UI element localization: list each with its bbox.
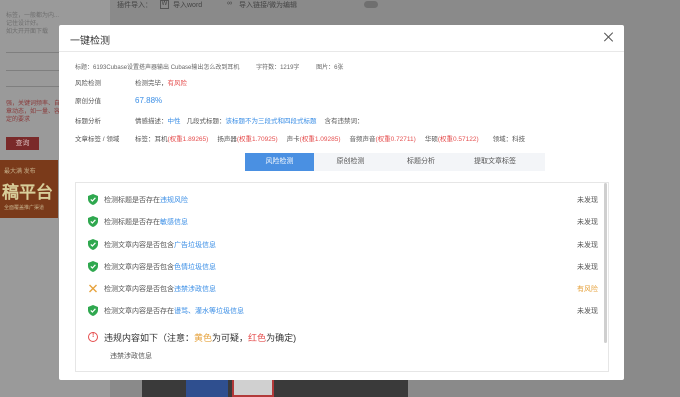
bg-warning: 章动态，如一量、容 bbox=[6, 109, 61, 115]
check-keyword: 违禁涉政信息 bbox=[174, 286, 216, 293]
check-text: 检测文章内容是否包含 bbox=[104, 242, 174, 249]
shield-check-icon bbox=[88, 261, 98, 272]
tab-bar: 风险检测 原创检测 标题分析 提取文章标签 bbox=[245, 153, 545, 171]
summary-lead: 违规内容如下（注意： bbox=[104, 333, 195, 343]
check-keyword: 谩骂、灌水等垃圾信息 bbox=[174, 308, 244, 315]
warning-cross-icon bbox=[89, 284, 97, 293]
scrollbar[interactable] bbox=[604, 183, 607, 343]
thumbnail-image bbox=[232, 378, 274, 397]
check-text: 检测文章内容是否包含 bbox=[104, 286, 174, 293]
list-item: 检测文章内容是否包含违禁涉政信息 有风险 bbox=[86, 282, 598, 296]
check-status: 未发现 bbox=[577, 219, 598, 226]
check-status: 未发现 bbox=[577, 242, 598, 249]
risk-status: 有风险 bbox=[167, 80, 188, 87]
char-count: 字符数：1219字 bbox=[256, 65, 300, 71]
ad-subtitle: 全面覆盖推广渠道 bbox=[4, 205, 45, 211]
bg-warning: 定的要求 bbox=[6, 117, 31, 123]
tab-extract-tags[interactable]: 提取文章标签 bbox=[455, 153, 535, 171]
ad-banner[interactable]: 最大满 发布 稿平台 全面覆盖推广渠道 bbox=[0, 160, 58, 218]
risk-label: 风险检测 bbox=[75, 80, 101, 87]
import-word-link[interactable]: 导入word bbox=[173, 0, 202, 10]
score-value: 67.88% bbox=[135, 96, 163, 105]
list-item: 检测标题是否存在违规风险 未发现 bbox=[86, 193, 598, 207]
check-text: 检测文章内容是否包含 bbox=[104, 264, 174, 271]
tags-label: 文章标签 / 领域 bbox=[75, 136, 120, 143]
article-title: 标题：6193Cubase设置搭声器输出 Cubase输出怎么改到耳机 bbox=[75, 65, 240, 71]
bg-warning: 强，关键词频率、自 bbox=[6, 101, 61, 107]
ad-brand: 稿平台 bbox=[2, 183, 53, 202]
modal-title: 一键检测 bbox=[70, 36, 110, 47]
tag-item: 音频声音(权重0.72711) bbox=[349, 136, 416, 143]
score-row: 原创分值 67.88% bbox=[75, 95, 162, 105]
analysis-label: 标题分析 bbox=[75, 118, 101, 125]
tab-originality-check[interactable]: 原创检测 bbox=[314, 153, 387, 171]
shield-check-icon bbox=[88, 239, 98, 250]
domain-label: 领域： bbox=[492, 136, 513, 143]
tag-item: 华硕(权重0.57122) bbox=[424, 136, 479, 143]
bg-text: 记住设计好。 bbox=[6, 21, 43, 27]
toolbar-label: 插件导入： bbox=[117, 2, 152, 9]
summary-red: 红色 bbox=[248, 333, 267, 343]
summary-yellow: 黄色 bbox=[194, 333, 213, 343]
link-icon: ∞ bbox=[227, 0, 232, 7]
background-thumbnails bbox=[142, 378, 408, 397]
modal-header: 一键检测 bbox=[59, 25, 624, 52]
sentiment-label: 情感描述： bbox=[135, 118, 168, 125]
tab-title-analysis[interactable]: 标题分析 bbox=[387, 153, 455, 171]
risk-result-panel: 检测标题是否存在违规风险 未发现 检测标题是否存在敏感信息 未发现 检测文章内容… bbox=[75, 182, 609, 372]
article-meta: 标题：6193Cubase设置搭声器输出 Cubase输出怎么改到耳机 字符数：… bbox=[75, 62, 358, 71]
check-keyword: 敏感信息 bbox=[160, 219, 188, 226]
check-status: 有风险 bbox=[577, 286, 598, 293]
summary-mid: 为可疑， bbox=[212, 333, 249, 343]
list-item: 检测文章内容是否存在谩骂、灌水等垃圾信息 未发现 bbox=[86, 304, 598, 318]
tab-risk-check[interactable]: 风险检测 bbox=[245, 153, 314, 171]
ad-title: 最大满 发布 bbox=[4, 169, 36, 175]
tags-row: 文章标签 / 领域 标签：耳机(权重1.89265) 扬声器(权重1.70925) 声… bbox=[75, 133, 525, 143]
search-button[interactable]: 查询 bbox=[6, 137, 39, 150]
check-modal: 一键检测 标题：6193Cubase设置搭声器输出 Cubase输出怎么改到耳机… bbox=[59, 25, 624, 380]
close-icon[interactable] bbox=[602, 30, 616, 44]
summary-tail: 为确定) bbox=[266, 333, 297, 343]
tag-item: 扬声器(权重1.70925) bbox=[217, 136, 278, 143]
shield-check-icon bbox=[88, 305, 98, 316]
tag-item: 耳机(权重1.89265) bbox=[154, 136, 209, 143]
alert-circle-icon bbox=[88, 332, 98, 342]
score-label: 原创分值 bbox=[75, 98, 101, 105]
list-item: 检测标题是否存在敏感信息 未发现 bbox=[86, 215, 598, 229]
sentiment-value: 中性 bbox=[167, 118, 181, 125]
check-status: 未发现 bbox=[577, 197, 598, 204]
risk-text: 检测完毕， bbox=[135, 80, 168, 87]
import-link-link[interactable]: 导入链接/微为编辑 bbox=[239, 0, 297, 10]
check-status: 未发现 bbox=[577, 264, 598, 271]
domain-value: 科技 bbox=[512, 136, 526, 143]
check-text: 检测标题是否存在 bbox=[104, 197, 160, 204]
violation-category: 违禁涉政信息 bbox=[110, 353, 152, 360]
toggle-switch[interactable] bbox=[364, 1, 378, 8]
tags-prefix: 标签： bbox=[135, 136, 155, 143]
check-text: 检测标题是否存在 bbox=[104, 219, 160, 226]
banned-label: 含有违禁词： bbox=[324, 118, 364, 125]
risk-row: 风险检测 检测完毕，有风险 bbox=[75, 77, 187, 87]
shield-check-icon bbox=[88, 216, 98, 227]
title-analysis-row: 标题分析 情感描述：中性 几段式标题：该标题不为三段式和四段式标题 含有违禁词： bbox=[75, 115, 364, 125]
bg-text: 标签，一般都为内... bbox=[6, 13, 60, 19]
image-count: 图片：6张 bbox=[316, 65, 344, 71]
para-label: 几段式标题： bbox=[186, 118, 226, 125]
tag-item: 声卡(权重1.09285) bbox=[286, 136, 341, 143]
check-status: 未发现 bbox=[577, 308, 598, 315]
para-value: 该标题不为三段式和四段式标题 bbox=[225, 118, 317, 125]
list-item: 检测文章内容是否包含色情垃圾信息 未发现 bbox=[86, 260, 598, 274]
thumbnail-image bbox=[186, 378, 228, 397]
shield-check-icon bbox=[88, 194, 98, 205]
list-item: 检测文章内容是否包含广告垃圾信息 未发现 bbox=[86, 238, 598, 252]
check-text: 检测文章内容是否存在 bbox=[104, 308, 174, 315]
check-keyword: 广告垃圾信息 bbox=[174, 242, 216, 249]
bg-text: 如大开开面下载 bbox=[6, 29, 49, 35]
check-keyword: 违规风险 bbox=[160, 197, 188, 204]
check-keyword: 色情垃圾信息 bbox=[174, 264, 216, 271]
